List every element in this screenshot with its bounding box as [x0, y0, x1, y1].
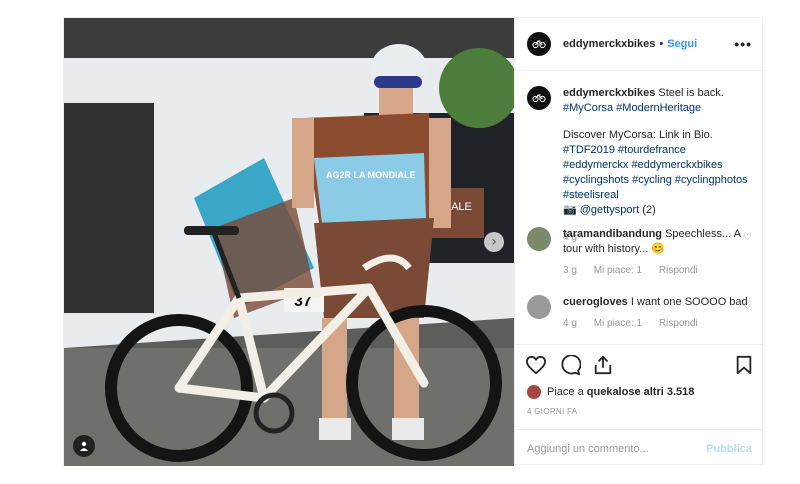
reply-button[interactable]: Rispondi [659, 318, 698, 329]
instagram-post: LA MALE AG2R LA MONDIALE 37 [63, 17, 764, 466]
post-photo[interactable]: LA MALE AG2R LA MONDIALE 37 [64, 18, 514, 466]
caption-link-text: Discover MyCorsa: Link in Bio. [563, 129, 713, 141]
liker-avatar [527, 385, 541, 399]
share-icon[interactable] [593, 355, 613, 375]
comment-username[interactable]: taramandibandung [563, 228, 662, 240]
avatar[interactable] [527, 86, 551, 110]
post-header: eddymerckxbikes • Segui ••• [515, 18, 764, 71]
comment-item: taramandibandung Speechless... A tour wi… [527, 227, 755, 278]
comments-section[interactable]: eddymerckxbikes Steel is back. #MyCorsa … [515, 71, 764, 343]
comment-like-icon[interactable]: ♡ [743, 301, 752, 312]
publish-button[interactable]: Pubblica [706, 443, 752, 455]
follow-button[interactable]: Segui [667, 38, 697, 50]
user-tag-icon[interactable] [73, 435, 95, 457]
more-options-icon[interactable]: ••• [734, 36, 752, 52]
bike-logo-icon [532, 40, 546, 49]
likes-prefix: Piace a [547, 386, 584, 398]
comment-time: 3 g [563, 265, 577, 276]
photo-credit-count: (2) [642, 204, 656, 216]
comment-likes[interactable]: Mi piace: 1 [594, 318, 642, 329]
avatar[interactable] [527, 295, 551, 319]
photo-credit-mention[interactable]: @gettysport [580, 204, 639, 216]
comment-likes[interactable]: Mi piace: 1 [594, 265, 642, 276]
add-comment-bar: Aggiungi un commento... Pubblica [515, 429, 764, 468]
header-username[interactable]: eddymerckxbikes [563, 38, 655, 50]
comment-username[interactable]: cuerogloves [563, 296, 628, 308]
jersey-sponsor-text: AG2R LA MONDIALE [326, 170, 416, 180]
caption-text: Steel is back. [658, 87, 724, 99]
chevron-right-icon[interactable]: › [484, 232, 504, 252]
avatar[interactable] [527, 227, 551, 251]
separator-dot: • [659, 38, 664, 50]
caption: eddymerckxbikes Steel is back. #MyCorsa … [527, 86, 755, 245]
comment-time: 4 g [563, 318, 577, 329]
post-actions: Piace a quekalos e altri 3.518 4 GIORNI … [515, 344, 764, 467]
bookmark-icon[interactable] [735, 355, 753, 375]
heart-icon[interactable] [525, 355, 547, 375]
reply-button[interactable]: Rispondi [659, 265, 698, 276]
likes-count[interactable]: e altri 3.518 [634, 386, 694, 398]
likes-user[interactable]: quekalos [587, 386, 635, 398]
cyclist-photo: LA MALE AG2R LA MONDIALE 37 [64, 18, 514, 466]
camera-icon: 📷 [563, 204, 577, 216]
comment-input[interactable]: Aggiungi un commento... [527, 443, 706, 455]
comment-like-icon[interactable]: ♡ [743, 232, 752, 243]
caption-username[interactable]: eddymerckxbikes [563, 87, 655, 99]
caption-hashtags-2[interactable]: #TDF2019 #tourdefrance #eddymerckx #eddy… [563, 143, 753, 203]
caption-hashtags[interactable]: #MyCorsa #ModernHeritage [563, 101, 753, 116]
comment-item: cuerogloves I want one SOOOO bad 4 g Mi … [527, 295, 755, 331]
post-side-panel: eddymerckxbikes • Segui ••• eddymerckxbi… [514, 18, 764, 466]
likes-summary[interactable]: Piace a quekalos e altri 3.518 [527, 385, 694, 399]
post-date: 4 GIORNI FA [527, 407, 578, 416]
comment-text: I want one SOOOO bad [630, 296, 748, 308]
comment-icon[interactable] [559, 355, 581, 375]
avatar[interactable] [527, 32, 551, 56]
